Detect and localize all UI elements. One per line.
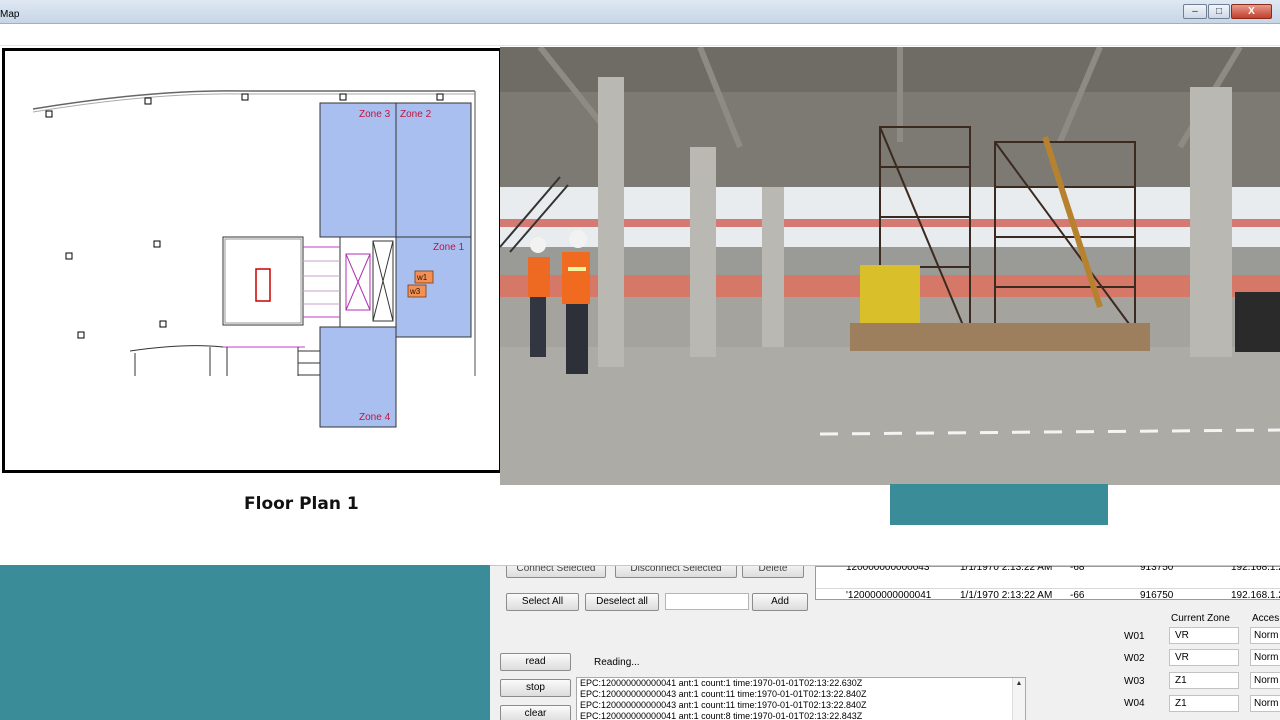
worker-access-field[interactable]: Norm — [1250, 672, 1280, 689]
delete-button[interactable]: Delete — [742, 566, 804, 578]
overlay-banner — [890, 484, 1108, 525]
rfid-reader-panel: Connect Selected Disconnect Selected Del… — [490, 565, 1280, 720]
maximize-button[interactable]: □ — [1208, 4, 1230, 19]
connect-selected-button[interactable]: Connect Selected — [506, 566, 606, 578]
worker-zone-field[interactable]: VR — [1169, 649, 1239, 666]
window-titlebar: Map – □ X — [0, 0, 1280, 24]
zone-3-label: Zone 3 — [359, 109, 391, 120]
zone-1-label: Zone 1 — [433, 242, 465, 253]
add-reader-input[interactable] — [665, 593, 749, 610]
log-line: EPC:120000000000043 ant:1 count:11 time:… — [580, 689, 867, 699]
add-button[interactable]: Add — [752, 593, 808, 611]
worker-zone-field[interactable]: Z1 — [1169, 695, 1239, 712]
zone-2-label: Zone 2 — [400, 109, 432, 120]
minimize-button[interactable]: – — [1183, 4, 1207, 19]
worker-access-field[interactable]: Norm — [1250, 627, 1280, 644]
worker-access-field[interactable]: Norm — [1250, 649, 1280, 666]
close-button[interactable]: X — [1231, 4, 1272, 19]
worker-zone-field[interactable]: VR — [1169, 627, 1239, 644]
log-line: EPC:120000000000041 ant:1 count:1 time:1… — [580, 678, 863, 688]
table-row[interactable]: '120000000000041 1/1/1970 2:13:22 AM -66… — [816, 588, 1280, 603]
worker-tag-w1: w1 — [416, 273, 428, 282]
disconnect-selected-button[interactable]: Disconnect Selected — [615, 566, 737, 578]
tag-table[interactable]: 120000000000043 1/1/1970 2:13:22 AM -68 … — [815, 566, 1280, 603]
overlay-panel — [0, 565, 490, 720]
current-zone-header: Current Zone — [1171, 613, 1230, 624]
camera-feed — [500, 47, 1280, 485]
floor-plan-drawing: Zone 3 Zone 2 Zone 1 Zone 4 w1 w3 — [32, 90, 476, 428]
clear-button[interactable]: clear — [500, 705, 571, 720]
reader-status: Reading... — [594, 657, 640, 668]
worker-access-field[interactable]: Norm — [1250, 695, 1280, 712]
worker-tag-w3: w3 — [409, 287, 421, 296]
floor-plan-map[interactable]: Zone 3 Zone 2 Zone 1 Zone 4 w1 w3 — [2, 48, 502, 473]
construction-site-photo — [500, 47, 1280, 485]
worker-id: W02 — [1124, 653, 1145, 664]
reader-log[interactable]: EPC:120000000000041 ant:1 count:1 time:1… — [576, 677, 1026, 720]
stop-button[interactable]: stop — [500, 679, 571, 697]
window-title: Map — [0, 9, 20, 20]
table-row[interactable]: 120000000000043 1/1/1970 2:13:22 AM -68 … — [816, 566, 1280, 576]
deselect-all-button[interactable]: Deselect all — [585, 593, 659, 611]
scroll-up-icon[interactable]: ▲ — [1012, 678, 1025, 720]
toolbar-strip — [0, 24, 1280, 46]
log-line: EPC:120000000000043 ant:1 count:11 time:… — [580, 700, 867, 710]
access-header: Acces — [1252, 613, 1280, 624]
worker-zone-field[interactable]: Z1 — [1169, 672, 1239, 689]
zone-3-area — [319, 102, 397, 238]
log-line: EPC:120000000000041 ant:1 count:8 time:1… — [580, 711, 863, 720]
worker-id: W01 — [1124, 631, 1145, 642]
zone-4-label: Zone 4 — [359, 412, 391, 423]
worker-id: W04 — [1124, 698, 1145, 709]
read-button[interactable]: read — [500, 653, 571, 671]
floor-plan-caption: Floor Plan 1 — [244, 494, 359, 514]
worker-id: W03 — [1124, 676, 1145, 687]
select-all-button[interactable]: Select All — [506, 593, 579, 611]
zone-2-area — [395, 102, 472, 238]
